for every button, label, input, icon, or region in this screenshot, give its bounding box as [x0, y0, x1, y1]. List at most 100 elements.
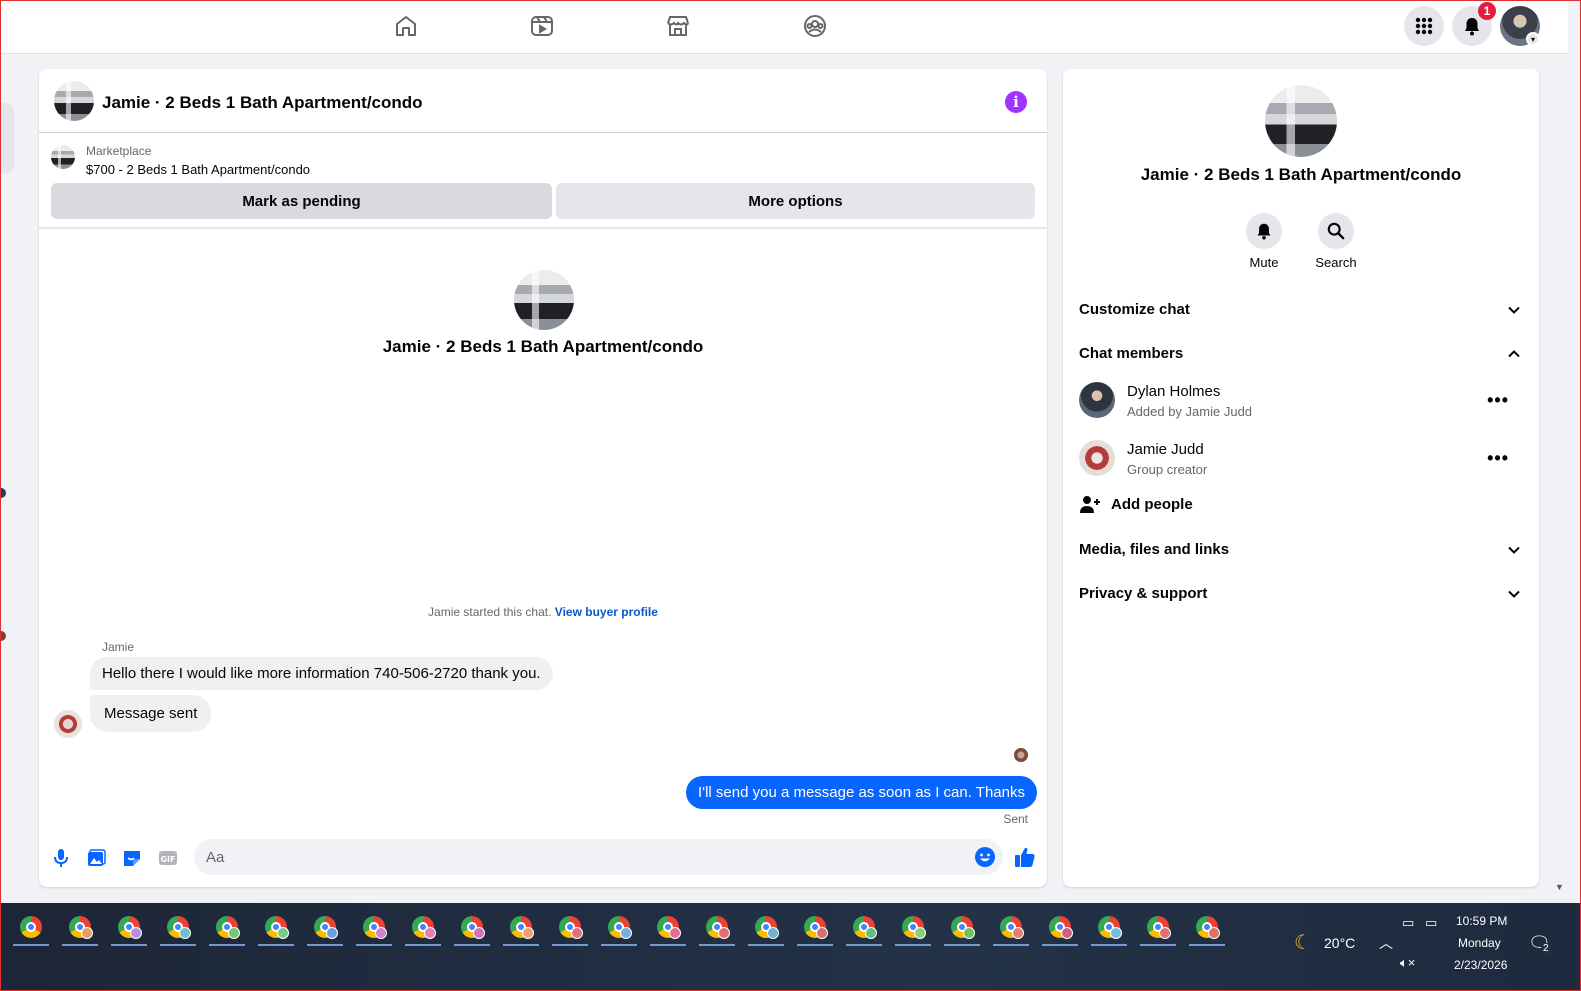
- incoming-message[interactable]: Hello there I would like more informatio…: [90, 657, 553, 690]
- meet-now-icon[interactable]: ▭: [1402, 915, 1414, 931]
- chrome-taskbar-icon[interactable]: [1091, 912, 1127, 946]
- chevron-down-icon[interactable]: ▾: [1526, 32, 1540, 46]
- sticker-icon[interactable]: [121, 847, 143, 869]
- chrome-taskbar-icon[interactable]: [62, 912, 98, 946]
- scrollbar-arrow-down[interactable]: ▼: [1555, 882, 1564, 892]
- outgoing-message[interactable]: I'll send you a message as soon as I can…: [686, 776, 1037, 809]
- view-buyer-profile-link[interactable]: View buyer profile: [555, 605, 658, 619]
- more-icon[interactable]: •••: [1487, 390, 1509, 411]
- chat-title[interactable]: Jamie · 2 Beds 1 Bath Apartment/condo: [102, 93, 423, 113]
- emoji-icon[interactable]: [974, 846, 996, 868]
- more-options-button[interactable]: More options: [556, 183, 1035, 219]
- chrome-taskbar-icon[interactable]: [13, 912, 49, 946]
- chrome-taskbar-icon[interactable]: [748, 912, 784, 946]
- home-icon[interactable]: [392, 12, 420, 40]
- chrome-taskbar-icon[interactable]: [944, 912, 980, 946]
- profile-badge-icon: [914, 927, 926, 939]
- groups-icon[interactable]: [801, 12, 829, 40]
- chevron-up-icon[interactable]: ︿: [1379, 933, 1393, 953]
- listing-title[interactable]: $700 - 2 Beds 1 Bath Apartment/condo: [86, 162, 310, 177]
- search-action[interactable]: Search: [1306, 213, 1366, 270]
- clock-day[interactable]: Monday: [1458, 936, 1501, 950]
- speaker-muted-icon[interactable]: 🔈︎×: [1400, 955, 1415, 971]
- running-indicator: [454, 944, 490, 946]
- chrome-taskbar-icon[interactable]: [454, 912, 490, 946]
- add-people-label: Add people: [1111, 496, 1193, 513]
- chrome-icon: [20, 916, 42, 938]
- chrome-taskbar-icon[interactable]: [356, 912, 392, 946]
- running-indicator: [944, 944, 980, 946]
- chrome-taskbar-icon[interactable]: [307, 912, 343, 946]
- chrome-taskbar-icon[interactable]: [650, 912, 686, 946]
- chevron-down-icon: [1508, 306, 1520, 314]
- microphone-icon[interactable]: [50, 847, 72, 869]
- chevron-down-icon: [1508, 590, 1520, 598]
- privacy-support-section[interactable]: Privacy & support: [1079, 585, 1523, 602]
- info-icon[interactable]: i: [1005, 91, 1027, 113]
- chrome-taskbar-icon[interactable]: [209, 912, 245, 946]
- mute-action[interactable]: Mute: [1234, 213, 1294, 270]
- chat-avatar[interactable]: [54, 81, 94, 121]
- search-icon[interactable]: [1318, 213, 1354, 249]
- running-indicator: [1042, 944, 1078, 946]
- profile-badge-icon: [963, 927, 975, 939]
- profile-badge-icon: [669, 927, 681, 939]
- sender-avatar[interactable]: [54, 710, 82, 738]
- weather-temperature[interactable]: 20°C: [1324, 935, 1355, 951]
- media-files-section[interactable]: Media, files and links: [1079, 541, 1523, 558]
- member-avatar[interactable]: [1079, 440, 1115, 476]
- thumbs-up-icon[interactable]: [1013, 845, 1037, 869]
- running-indicator: [1189, 944, 1225, 946]
- profile-badge-icon: [767, 927, 779, 939]
- member-row[interactable]: Jamie Judd Group creator •••: [1079, 440, 1523, 484]
- message-input[interactable]: [206, 839, 946, 875]
- weather-moon-icon[interactable]: ☾: [1294, 930, 1312, 955]
- clock-date[interactable]: 2/23/2026: [1454, 958, 1507, 972]
- chevron-down-icon: [1508, 546, 1520, 554]
- photo-icon[interactable]: [85, 847, 107, 869]
- info-avatar[interactable]: [1265, 85, 1337, 157]
- chrome-taskbar-icon[interactable]: [405, 912, 441, 946]
- customize-chat-section[interactable]: Customize chat: [1079, 301, 1523, 318]
- chrome-taskbar-icon[interactable]: [846, 912, 882, 946]
- chrome-taskbar-icon[interactable]: [503, 912, 539, 946]
- running-indicator: [62, 944, 98, 946]
- network-icon[interactable]: ▭: [1425, 915, 1437, 931]
- bell-icon[interactable]: [1246, 213, 1282, 249]
- profile-badge-icon: [522, 927, 534, 939]
- chrome-taskbar-icon[interactable]: [1140, 912, 1176, 946]
- incoming-message[interactable]: Message sent: [90, 695, 212, 732]
- chrome-taskbar-icon[interactable]: [797, 912, 833, 946]
- mark-as-pending-button[interactable]: Mark as pending: [51, 183, 552, 219]
- chrome-taskbar-icon[interactable]: [258, 912, 294, 946]
- profile-badge-icon: [620, 927, 632, 939]
- running-indicator: [601, 944, 637, 946]
- chrome-taskbar-icon[interactable]: [552, 912, 588, 946]
- chrome-taskbar-icon[interactable]: [160, 912, 196, 946]
- marketplace-icon[interactable]: [664, 12, 692, 40]
- chat-members-section[interactable]: Chat members: [1079, 345, 1523, 362]
- member-row[interactable]: Dylan Holmes Added by Jamie Judd •••: [1079, 382, 1523, 426]
- notifications-button[interactable]: 1: [1452, 2, 1496, 46]
- menu-grid-button[interactable]: [1404, 6, 1444, 46]
- chrome-taskbar-icon[interactable]: [111, 912, 147, 946]
- chrome-taskbar-icon[interactable]: [699, 912, 735, 946]
- running-indicator: [160, 944, 196, 946]
- video-icon[interactable]: [528, 12, 556, 40]
- more-icon[interactable]: •••: [1487, 448, 1509, 469]
- member-avatar[interactable]: [1079, 382, 1115, 418]
- chrome-taskbar-icon[interactable]: [1189, 912, 1225, 946]
- chat-panel: Jamie · 2 Beds 1 Bath Apartment/condo i …: [39, 69, 1047, 887]
- running-indicator: [111, 944, 147, 946]
- listing-thumbnail[interactable]: [51, 145, 75, 169]
- chrome-taskbar-icon[interactable]: [601, 912, 637, 946]
- message-status: Sent: [1003, 812, 1028, 826]
- profile-badge-icon: [1110, 927, 1122, 939]
- clock-time[interactable]: 10:59 PM: [1456, 914, 1507, 928]
- chrome-taskbar-icon[interactable]: [993, 912, 1029, 946]
- running-indicator: [503, 944, 539, 946]
- chrome-taskbar-icon[interactable]: [895, 912, 931, 946]
- running-indicator: [895, 944, 931, 946]
- gif-icon[interactable]: GIF: [157, 847, 179, 869]
- chrome-taskbar-icon[interactable]: [1042, 912, 1078, 946]
